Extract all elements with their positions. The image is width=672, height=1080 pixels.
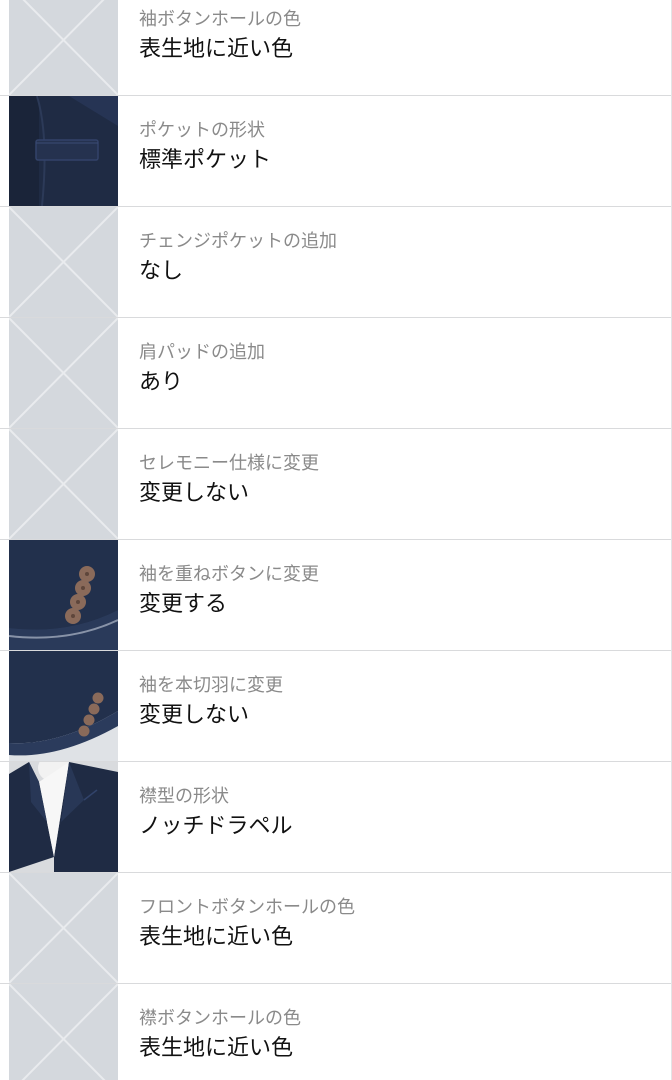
option-list: 袖ボタンホールの色 表生地に近い色 ポケットの形状 標準ポケット チェンジポケッ… [0,0,672,1080]
option-text: 袖ボタンホールの色 表生地に近い色 [139,9,662,64]
option-row-lapel-shape[interactable]: 襟型の形状 ノッチドラペル [0,762,672,873]
option-value: あり [139,370,184,395]
option-label: 襟ボタンホールの色 [139,1008,301,1029]
option-value: 変更しない [139,703,250,728]
option-label: チェンジポケットの追加 [139,231,337,252]
option-text: 袖を重ねボタンに変更 変更する [139,564,662,619]
option-text: ポケットの形状 標準ポケット [139,120,662,175]
option-row-stacked-sleeve-buttons[interactable]: 袖を重ねボタンに変更 変更する [0,540,672,651]
option-text: 襟ボタンホールの色 表生地に近い色 [139,1008,662,1063]
option-value: ノッチドラペル [139,814,293,839]
lapel-photo [9,762,118,872]
option-value: 変更しない [139,481,250,506]
option-row-ceremony-spec[interactable]: セレモニー仕様に変更 変更しない [0,429,672,540]
sleeve-stacked-buttons-photo [9,540,118,650]
option-value: 表生地に近い色 [139,925,294,950]
placeholder-image-icon [9,984,118,1080]
option-value: なし [139,259,184,284]
option-label: 襟型の形状 [139,786,229,807]
option-value: 変更する [139,592,228,617]
option-label: 袖ボタンホールの色 [139,9,301,30]
option-label: 袖を重ねボタンに変更 [139,564,319,585]
option-row-shoulder-pad[interactable]: 肩パッドの追加 あり [0,318,672,429]
option-text: セレモニー仕様に変更 変更しない [139,453,662,508]
placeholder-image-icon [9,873,118,983]
option-row-working-cuffs[interactable]: 袖を本切羽に変更 変更しない [0,651,672,762]
option-text: フロントボタンホールの色 表生地に近い色 [139,897,662,952]
option-value: 表生地に近い色 [139,1036,294,1061]
placeholder-image-icon [9,429,118,539]
option-label: フロントボタンホールの色 [139,897,355,918]
option-row-change-pocket[interactable]: チェンジポケットの追加 なし [0,207,672,318]
option-label: セレモニー仕様に変更 [139,453,319,474]
option-label: 袖を本切羽に変更 [139,675,283,696]
option-text: 肩パッドの追加 あり [139,342,662,397]
pocket-photo [9,96,118,206]
placeholder-image-icon [9,318,118,428]
option-row-lapel-buttonhole-color[interactable]: 襟ボタンホールの色 表生地に近い色 [0,984,672,1080]
option-label: ポケットの形状 [139,120,265,141]
option-row-pocket-shape[interactable]: ポケットの形状 標準ポケット [0,96,672,207]
option-text: チェンジポケットの追加 なし [139,231,662,286]
option-value: 表生地に近い色 [139,37,294,62]
option-row-front-buttonhole-color[interactable]: フロントボタンホールの色 表生地に近い色 [0,873,672,984]
sleeve-buttons-photo [9,651,118,761]
placeholder-image-icon [9,0,118,95]
option-value: 標準ポケット [139,148,272,173]
option-text: 袖を本切羽に変更 変更しない [139,675,662,730]
placeholder-image-icon [9,207,118,317]
option-label: 肩パッドの追加 [139,342,265,363]
option-row-sleeve-buttonhole-color[interactable]: 袖ボタンホールの色 表生地に近い色 [0,0,672,96]
option-text: 襟型の形状 ノッチドラペル [139,786,662,841]
